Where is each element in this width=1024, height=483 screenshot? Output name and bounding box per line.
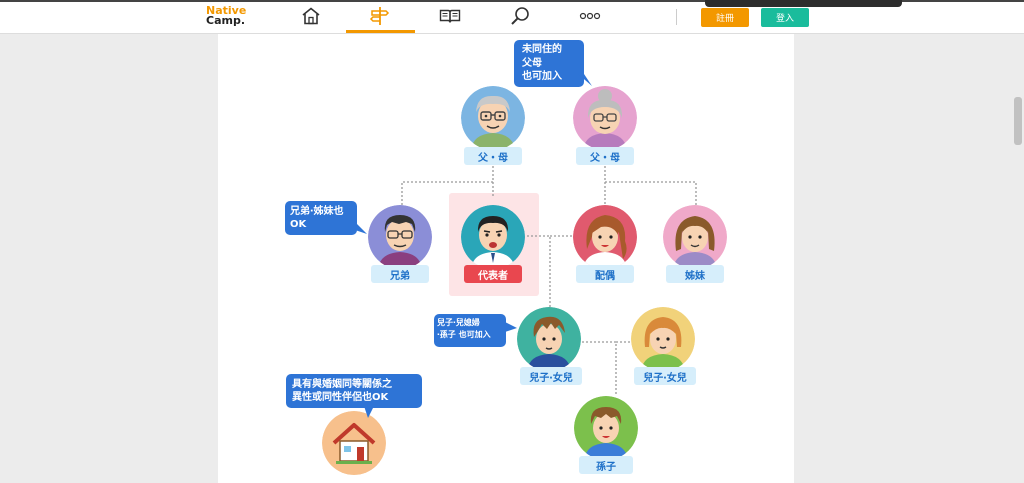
- sister-avatar: [663, 205, 727, 269]
- spouse-label: 配偶: [576, 265, 634, 283]
- daughter-label: 兒子‧女兒: [634, 367, 696, 385]
- siblings-bubble-tail: [355, 222, 367, 234]
- brother-avatar: [368, 205, 432, 269]
- children-speech-bubble: 兒子‧兒媳婦 ‧孫子 也可加入: [434, 314, 506, 347]
- representative-avatar: [461, 205, 525, 269]
- representative-label: 代表者: [464, 265, 522, 283]
- partner-bubble-line1: 具有與婚姻同等關係之: [292, 379, 392, 390]
- parents-bubble-line1: 未同住的: [522, 44, 562, 55]
- mother-label: 父・母: [576, 147, 634, 165]
- house-icon: [322, 411, 386, 475]
- grandmother-avatar: [573, 86, 637, 150]
- partner-speech-bubble: 具有與婚姻同等關係之 異性或同性伴侶也OK: [286, 374, 422, 408]
- partner-bubble-tail: [364, 406, 374, 418]
- children-bubble-line2: ‧孫子 也可加入: [437, 330, 491, 339]
- siblings-bubble-line1: 兄弟‧姊妹也: [290, 206, 344, 217]
- brother-label: 兄弟: [371, 265, 429, 283]
- children-bubble-line1: 兒子‧兒媳婦: [437, 318, 480, 327]
- father-label: 父・母: [464, 147, 522, 165]
- daughter-avatar: [631, 307, 695, 371]
- spouse-avatar: [573, 205, 637, 269]
- son-label: 兒子‧女兒: [520, 367, 582, 385]
- sister-label: 姊妹: [666, 265, 724, 283]
- parents-speech-bubble: 未同住的 父母 也可加入: [514, 40, 584, 87]
- parents-bubble-line2: 父母: [522, 57, 542, 69]
- children-bubble-tail: [505, 322, 517, 332]
- grandfather-avatar: [461, 86, 525, 150]
- parents-bubble-tail: [578, 74, 592, 86]
- parents-bubble-line3: 也可加入: [522, 71, 562, 82]
- siblings-speech-bubble: 兄弟‧姊妹也 OK: [285, 201, 357, 235]
- partner-bubble-line2: 異性或同性伴侶也OK: [292, 392, 389, 403]
- grandson-label: 孫子: [579, 456, 633, 474]
- siblings-bubble-line2: OK: [290, 219, 307, 230]
- grandson-avatar: [574, 396, 638, 460]
- son-avatar: [517, 307, 581, 371]
